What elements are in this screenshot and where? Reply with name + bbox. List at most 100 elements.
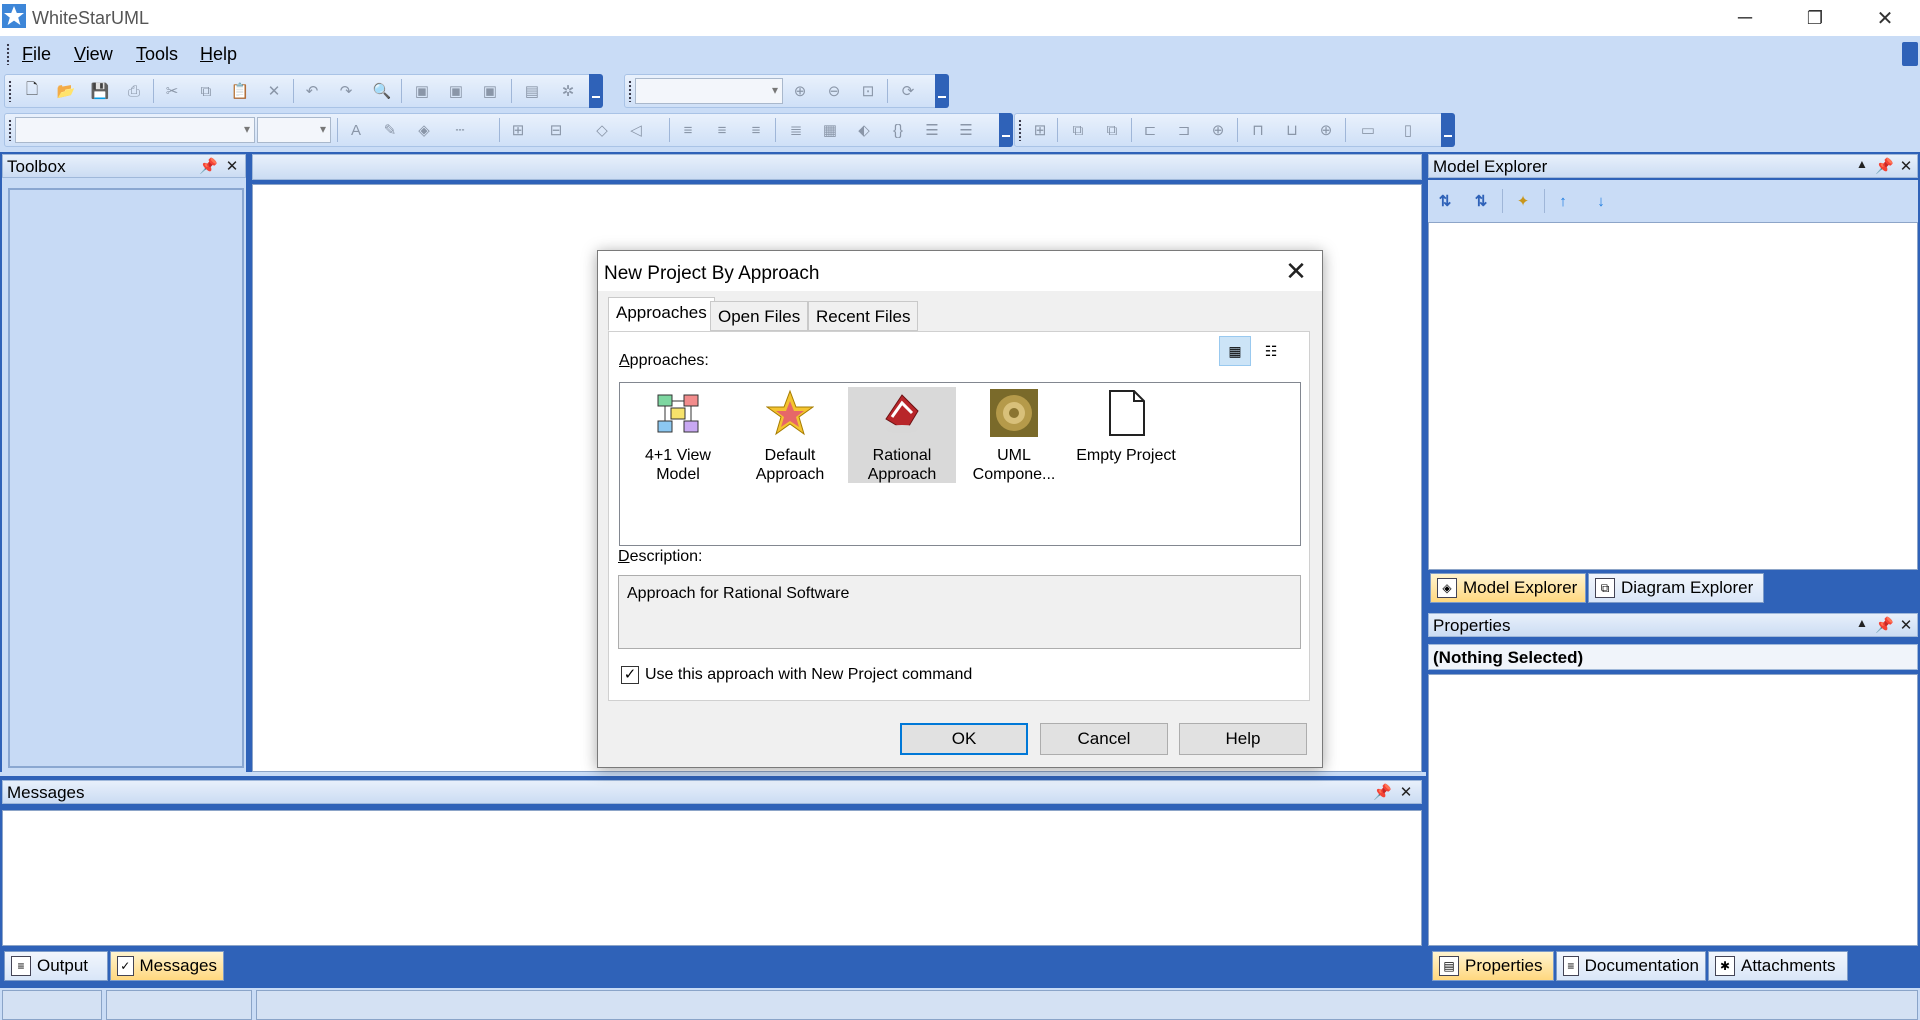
close-icon[interactable]: ✕ <box>1397 783 1415 801</box>
toolbar-grip-icon[interactable] <box>8 119 12 141</box>
toolbar-grip-icon[interactable] <box>628 80 632 102</box>
tab-diagram-explorer[interactable]: ⧉ Diagram Explorer <box>1588 573 1764 603</box>
pin-icon[interactable]: 📌 <box>1875 616 1894 634</box>
collapse-icon[interactable]: ▲ <box>1853 157 1871 175</box>
approach-item-uml-components[interactable]: UML Compone... <box>960 387 1068 483</box>
pin-icon[interactable]: 📌 <box>1373 783 1392 801</box>
align-bottom-edge-icon[interactable]: ⊔ <box>1281 119 1303 141</box>
show-compartment-icon[interactable]: ≡ <box>711 119 733 141</box>
large-icons-view-icon[interactable]: ▦ <box>1219 336 1251 366</box>
suppress-attributes-icon[interactable]: ◇ <box>591 119 613 141</box>
open-folder-icon[interactable]: 📂 <box>55 80 77 102</box>
collapse-icon[interactable]: ▲ <box>1853 616 1871 634</box>
approach-item-rational[interactable]: Rational Approach <box>848 387 956 483</box>
toolbar-overflow-icon[interactable] <box>935 74 949 108</box>
line-style-icon[interactable]: ┄ <box>449 119 471 141</box>
suppress-operations-icon[interactable]: ◁ <box>625 119 647 141</box>
fill-color-icon[interactable]: ◈ <box>413 119 435 141</box>
close-icon[interactable]: ✕ <box>1897 616 1915 634</box>
tab-output[interactable]: ≡ Output <box>4 951 108 981</box>
pin-icon[interactable]: 📌 <box>199 157 218 175</box>
sort-by-kind-icon[interactable]: ⇅ <box>1434 190 1456 212</box>
list-view-icon[interactable]: ☷ <box>1255 336 1287 366</box>
find-icon[interactable]: 🔍 <box>371 80 393 102</box>
zoom-combo[interactable] <box>635 78 783 104</box>
copy-icon[interactable]: ⧉ <box>195 80 217 102</box>
show-brace-icon[interactable]: {} <box>887 119 909 141</box>
paste-icon[interactable]: 📋 <box>229 80 251 102</box>
word-wrap-icon[interactable]: ≣ <box>785 119 807 141</box>
filter-icon[interactable]: ✦ <box>1512 190 1534 212</box>
toolbox-palette[interactable] <box>8 188 244 768</box>
tool-settings-icon[interactable]: ✲ <box>557 80 579 102</box>
diagram-view-icon[interactable]: ▣ <box>411 80 433 102</box>
tab-recent-files[interactable]: Recent Files <box>808 301 919 331</box>
line-color-icon[interactable]: ✎ <box>379 119 401 141</box>
font-color-icon[interactable]: A <box>345 119 367 141</box>
align-center-icon[interactable]: ⊕ <box>1207 119 1229 141</box>
toolbar-grip-icon[interactable] <box>8 80 12 102</box>
approach-item-4plus1[interactable]: 4+1 View Model <box>624 387 732 483</box>
zoom-in-icon[interactable]: ⊕ <box>789 80 811 102</box>
export-icon[interactable]: ▤ <box>521 80 543 102</box>
messages-list[interactable] <box>2 810 1422 946</box>
close-window-button[interactable]: ✕ <box>1850 0 1920 36</box>
move-down-icon[interactable]: ↓ <box>1590 190 1612 212</box>
ok-button[interactable]: OK <box>900 723 1028 755</box>
approach-item-default[interactable]: Default Approach <box>736 387 844 483</box>
show-signature-icon[interactable]: ≡ <box>745 119 767 141</box>
align-top-icon[interactable]: ☰ <box>921 119 943 141</box>
toolbar-overflow-icon[interactable] <box>589 74 603 108</box>
approach-item-empty-project[interactable]: Empty Project <box>1072 387 1180 483</box>
stereotype-display-icon[interactable]: ⊟ <box>545 119 567 141</box>
tab-approaches[interactable]: Approaches <box>608 297 715 331</box>
align-top-edge-icon[interactable]: ⊓ <box>1247 119 1269 141</box>
toolbar-overflow-icon[interactable] <box>999 113 1013 147</box>
undo-icon[interactable]: ↶ <box>301 80 323 102</box>
toolbar-overflow-icon[interactable] <box>1441 113 1455 147</box>
restore-button[interactable]: ❐ <box>1780 0 1850 36</box>
dialog-close-button[interactable]: ✕ <box>1278 255 1314 287</box>
tab-attachments[interactable]: ✱ Attachments <box>1708 951 1848 981</box>
menu-tools[interactable]: Tools <box>136 44 178 65</box>
menu-grip-icon[interactable] <box>6 43 10 65</box>
zoom-out-icon[interactable]: ⊖ <box>823 80 845 102</box>
layout-diagram-icon[interactable]: ⊞ <box>1029 119 1051 141</box>
tab-documentation[interactable]: ≡ Documentation <box>1556 951 1706 981</box>
sort-by-name-icon[interactable]: ⇅ <box>1470 190 1492 212</box>
help-button[interactable]: Help <box>1179 723 1307 755</box>
toolbar-grip-icon[interactable] <box>1018 119 1022 141</box>
redo-icon[interactable]: ↷ <box>335 80 357 102</box>
properties-grid[interactable] <box>1428 674 1918 946</box>
align-left-icon[interactable]: ⊏ <box>1139 119 1161 141</box>
menu-help[interactable]: Help <box>200 44 237 65</box>
menu-file[interactable]: File <box>22 44 51 65</box>
tab-open-files[interactable]: Open Files <box>710 301 809 331</box>
diagram-edit-icon[interactable]: ▣ <box>445 80 467 102</box>
bring-to-front-icon[interactable]: ⧉ <box>1067 119 1089 141</box>
space-vertical-icon[interactable]: ▯ <box>1397 119 1419 141</box>
cancel-button[interactable]: Cancel <box>1040 723 1168 755</box>
use-approach-checkbox[interactable]: ✓ <box>621 666 639 684</box>
close-icon[interactable]: ✕ <box>223 157 241 175</box>
approaches-list[interactable]: 4+1 View Model Default Approach Rational <box>619 382 1301 546</box>
align-middle-icon[interactable]: ⊕ <box>1315 119 1337 141</box>
new-file-icon[interactable]: 🗋 <box>21 80 43 102</box>
align-right-icon[interactable]: ⊐ <box>1173 119 1195 141</box>
close-icon[interactable]: ✕ <box>1897 157 1915 175</box>
tab-messages[interactable]: ✓ Messages <box>110 951 224 981</box>
show-properties-icon[interactable]: ▦ <box>819 119 841 141</box>
minimize-button[interactable]: ─ <box>1710 0 1780 36</box>
space-horizontal-icon[interactable]: ▭ <box>1357 119 1379 141</box>
save-icon[interactable]: 💾 <box>89 80 111 102</box>
menu-overflow-icon[interactable] <box>1902 42 1918 66</box>
tab-properties[interactable]: ▤ Properties <box>1432 951 1554 981</box>
print-icon[interactable]: ⎙ <box>123 80 145 102</box>
cut-icon[interactable]: ✂ <box>161 80 183 102</box>
align-bottom-icon[interactable]: ☰ <box>955 119 977 141</box>
font-name-combo[interactable] <box>15 117 255 143</box>
tab-model-explorer[interactable]: ◈ Model Explorer <box>1430 573 1586 603</box>
diagram-close-icon[interactable]: ▣ <box>479 80 501 102</box>
show-parent-icon[interactable]: ≡ <box>677 119 699 141</box>
menu-view[interactable]: View <box>74 44 113 65</box>
